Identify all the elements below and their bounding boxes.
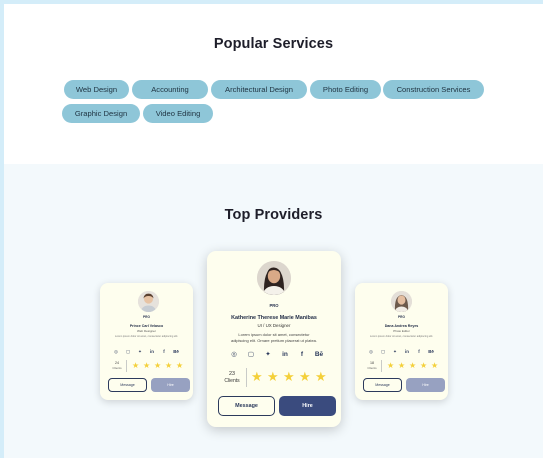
star-icon: ★ — [154, 361, 162, 370]
instagram-icon[interactable]: ▢ — [246, 351, 256, 359]
avatar-photo-icon — [391, 291, 412, 312]
provider-card-featured: PRO Katherine Therese Marie Manibas UI /… — [207, 251, 341, 427]
avatar-photo-icon — [257, 261, 291, 295]
provider-name: Dana Andrea Reyes — [384, 324, 419, 328]
clients-label: Clients — [112, 366, 122, 370]
provider-name: Katherine Therese Marie Manibas — [231, 315, 317, 321]
message-button[interactable]: Message — [108, 378, 147, 392]
avatar-photo-icon — [138, 291, 159, 312]
facebook-icon[interactable]: f — [297, 351, 307, 359]
popular-services-title: Popular Services — [213, 36, 334, 52]
instagram-icon[interactable]: ▢ — [124, 349, 132, 354]
twitter-icon[interactable]: ✦ — [391, 349, 399, 354]
behance-icon[interactable]: Bē — [426, 349, 436, 354]
dribbble-icon[interactable]: ◎ — [367, 349, 375, 354]
hire-button[interactable]: Hire — [406, 378, 445, 392]
provider-bio: Lorem ipsum dolor sit amet, consectetur … — [369, 335, 434, 338]
clients-count: 23 — [229, 371, 235, 377]
star-icon: ★ — [132, 361, 140, 370]
provider-name: Prince Carl Velasco — [129, 324, 164, 328]
avatar — [257, 261, 291, 295]
service-chip-construction-services[interactable]: Construction Services — [383, 80, 484, 99]
star-icon: ★ — [143, 361, 151, 370]
service-chip-web-design[interactable]: Web Design — [64, 80, 129, 99]
linkedin-icon[interactable]: in — [280, 351, 290, 359]
message-button[interactable]: Message — [218, 396, 275, 416]
dribbble-icon[interactable]: ◎ — [112, 349, 120, 354]
top-providers-title: Top Providers — [224, 207, 323, 223]
star-icon: ★ — [283, 369, 295, 384]
rating-divider — [381, 360, 382, 372]
star-icon: ★ — [420, 361, 428, 370]
provider-bio-line2: adipiscing elit. Ornare pretium placerat… — [230, 338, 318, 343]
hire-button[interactable]: Hire — [151, 378, 190, 392]
avatar — [391, 291, 412, 312]
instagram-icon[interactable]: ▢ — [379, 349, 387, 354]
star-icon: ★ — [165, 361, 173, 370]
twitter-icon[interactable]: ✦ — [263, 351, 273, 359]
star-icon: ★ — [398, 361, 406, 370]
clients-count: 18 — [370, 361, 374, 365]
provider-card-right: PRO Dana Andrea Reyes Photo Editor Lorem… — [355, 283, 448, 400]
star-icon: ★ — [409, 361, 417, 370]
service-chip-photo-editing[interactable]: Photo Editing — [310, 80, 381, 99]
service-chip-accounting[interactable]: Accounting — [132, 80, 208, 99]
pro-badge: PRO — [398, 315, 405, 319]
clients-label: Clients — [367, 366, 377, 370]
star-icon: ★ — [299, 369, 311, 384]
dribbble-icon[interactable]: ◎ — [229, 351, 239, 359]
behance-icon[interactable]: Bē — [312, 351, 326, 359]
rating-divider — [246, 368, 247, 387]
provider-role: Photo Editor — [393, 329, 410, 333]
provider-bio-line1: Lorem ipsum dolor sit amet, consectetur — [238, 332, 310, 337]
top-providers-section: Top Providers PRO Prince Carl Velasco We… — [4, 164, 543, 458]
star-icon: ★ — [315, 369, 327, 384]
pro-badge: PRO — [143, 315, 150, 319]
pro-badge: PRO — [269, 303, 279, 308]
facebook-icon[interactable]: f — [160, 349, 168, 354]
star-icon: ★ — [267, 369, 279, 384]
provider-card-left: PRO Prince Carl Velasco Web Designer Lor… — [100, 283, 193, 400]
linkedin-icon[interactable]: in — [403, 349, 411, 354]
hire-button[interactable]: Hire — [279, 396, 336, 416]
provider-role: UI / UX Designer — [257, 323, 291, 328]
star-icon: ★ — [387, 361, 395, 370]
service-chip-architectural-design[interactable]: Architectural Design — [211, 80, 307, 99]
avatar — [138, 291, 159, 312]
provider-bio: Lorem ipsum dolor sit amet, consectetur … — [114, 335, 179, 338]
message-button[interactable]: Message — [363, 378, 402, 392]
popular-services-section: Popular Services Web Design Accounting A… — [4, 4, 543, 164]
star-icon: ★ — [176, 361, 184, 370]
twitter-icon[interactable]: ✦ — [136, 349, 144, 354]
provider-role: Web Designer — [137, 329, 156, 333]
behance-icon[interactable]: Bē — [171, 349, 181, 354]
rating-divider — [126, 360, 127, 372]
linkedin-icon[interactable]: in — [148, 349, 156, 354]
facebook-icon[interactable]: f — [415, 349, 423, 354]
star-icon: ★ — [431, 361, 439, 370]
service-chip-video-editing[interactable]: Video Editing — [143, 104, 213, 123]
star-icon: ★ — [251, 369, 263, 384]
clients-count: 24 — [115, 361, 119, 365]
clients-label: Clients — [224, 378, 240, 384]
service-chip-graphic-design[interactable]: Graphic Design — [62, 104, 140, 123]
